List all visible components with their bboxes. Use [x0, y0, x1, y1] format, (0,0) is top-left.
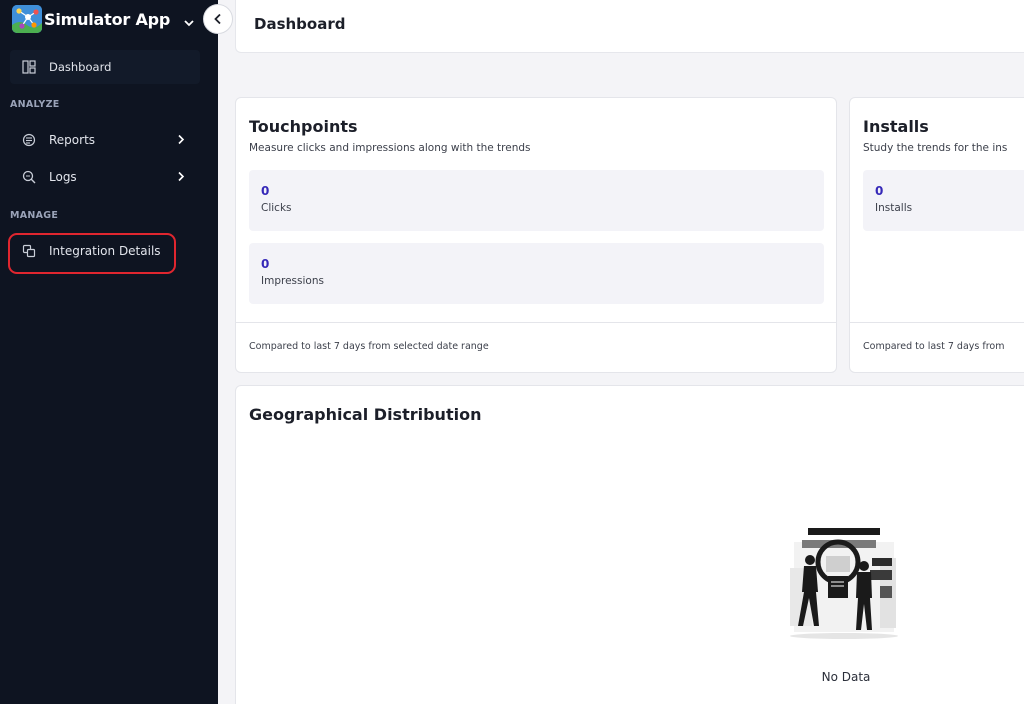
no-data-text: No Data	[821, 670, 871, 684]
sidebar: Simulator App Dashboard ANALYZE Reports …	[0, 0, 218, 704]
app-switcher[interactable]: Simulator App	[12, 4, 202, 34]
page-header: Dashboard	[235, 0, 1024, 53]
sidebar-item-integration-details[interactable]: Integration Details	[10, 234, 200, 268]
metric-label: Impressions	[261, 275, 324, 287]
sidebar-item-logs[interactable]: Logs	[10, 160, 200, 194]
sidebar-item-label: Reports	[49, 133, 96, 147]
chevron-left-icon	[213, 10, 223, 29]
divider	[850, 322, 1024, 323]
divider	[236, 322, 836, 323]
report-icon	[20, 131, 38, 149]
metric-value: 0	[875, 184, 884, 198]
metric-clicks[interactable]: 0 Clicks	[249, 170, 824, 231]
geo-distribution-card: Geographical Distribution No Data	[235, 385, 1024, 704]
card-title: Installs	[863, 117, 929, 136]
sidebar-item-label: Integration Details	[49, 244, 161, 258]
page-title: Dashboard	[254, 15, 346, 33]
search-log-icon	[20, 168, 38, 186]
card-footer: Compared to last 7 days from	[863, 341, 1005, 352]
network-graph-icon	[12, 5, 42, 33]
installs-card: Installs Study the trends for the ins 0 …	[849, 97, 1024, 373]
no-data-illustration	[784, 528, 908, 646]
metric-label: Clicks	[261, 202, 292, 214]
sidebar-item-dashboard[interactable]: Dashboard	[10, 50, 200, 84]
chevron-down-icon[interactable]	[183, 13, 195, 32]
card-subtitle: Measure clicks and impressions along wit…	[249, 142, 531, 154]
metric-value: 0	[261, 257, 270, 271]
metric-value: 0	[261, 184, 270, 198]
sidebar-item-label: Dashboard	[49, 60, 112, 74]
metric-impressions[interactable]: 0 Impressions	[249, 243, 824, 304]
app-name: Simulator App	[44, 9, 171, 29]
card-subtitle: Study the trends for the ins	[863, 142, 1008, 154]
copy-integration-icon	[20, 242, 38, 260]
collapse-sidebar-button[interactable]	[203, 4, 233, 34]
metric-label: Installs	[875, 202, 913, 214]
dashboard-layout-icon	[20, 58, 38, 76]
touchpoints-card: Touchpoints Measure clicks and impressio…	[235, 97, 837, 373]
card-title: Geographical Distribution	[249, 405, 482, 424]
chevron-right-icon	[177, 171, 185, 185]
card-footer: Compared to last 7 days from selected da…	[249, 341, 489, 352]
section-label-manage: MANAGE	[10, 210, 59, 221]
section-label-analyze: ANALYZE	[10, 99, 60, 110]
card-title: Touchpoints	[249, 117, 358, 136]
chevron-right-icon	[177, 134, 185, 148]
metric-installs[interactable]: 0 Installs	[863, 170, 1024, 231]
sidebar-item-label: Logs	[49, 170, 77, 184]
sidebar-item-reports[interactable]: Reports	[10, 123, 200, 157]
